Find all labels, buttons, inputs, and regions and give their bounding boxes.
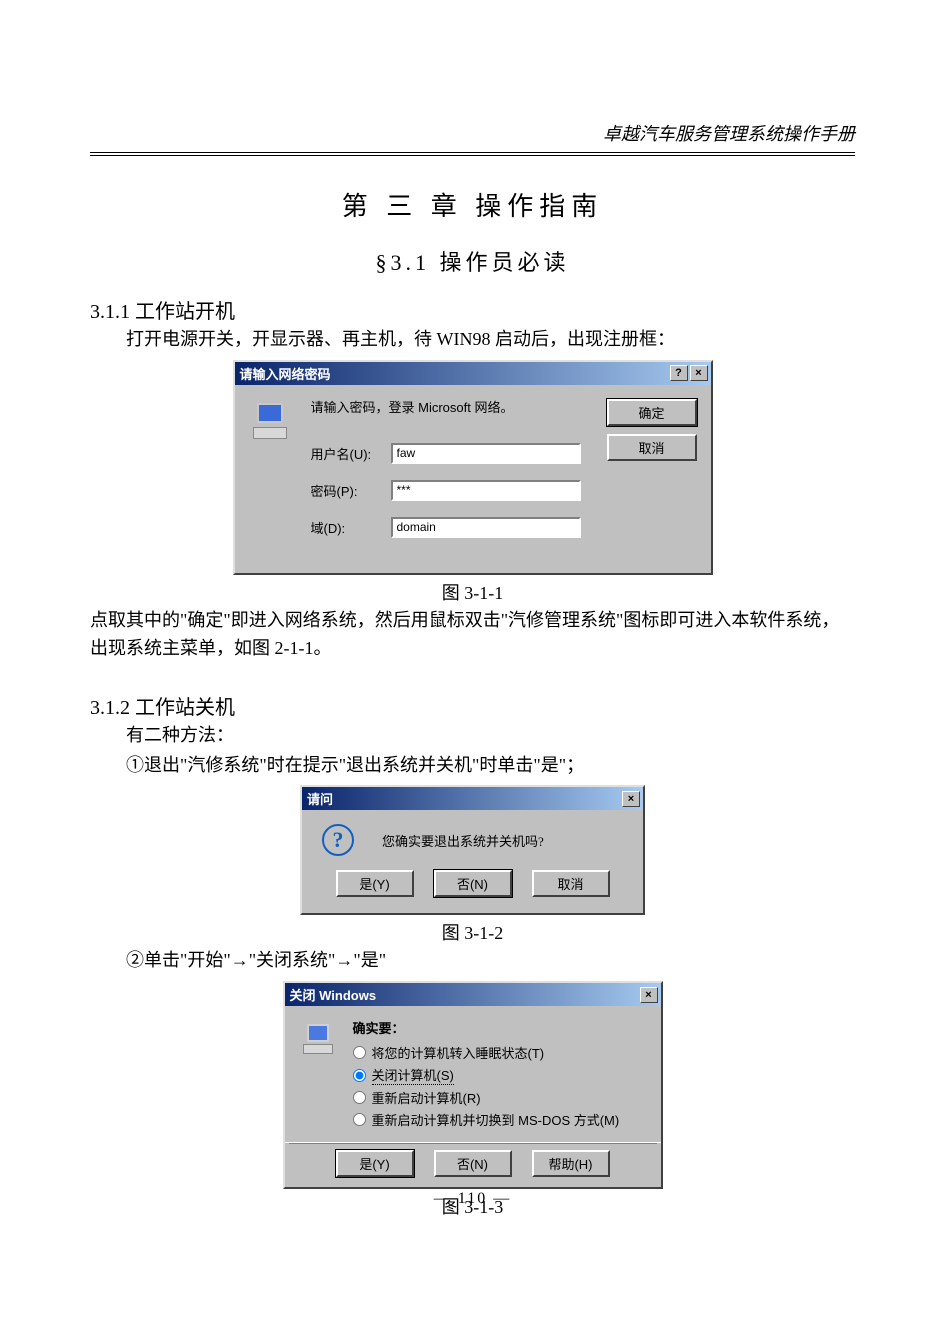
radio-sleep-label: 将您的计算机转入睡眠状态(T) <box>372 1043 545 1062</box>
domain-label: 域(D): <box>311 514 391 541</box>
computer-icon <box>301 1022 337 1058</box>
radio-restart-dos-input[interactable] <box>353 1113 366 1126</box>
radio-restart-dos-label: 重新启动计算机并切换到 MS-DOS 方式(M) <box>372 1110 620 1129</box>
figure-caption-3-1-1: 图 3-1-1 <box>90 579 855 605</box>
ok-button[interactable]: 确定 <box>607 399 697 426</box>
help-button[interactable]: 帮助(H) <box>532 1150 610 1177</box>
yes-button[interactable]: 是(Y) <box>336 870 414 897</box>
figure-caption-3-1-2: 图 3-1-2 <box>90 919 855 945</box>
shutdown-dialog-title: 关闭 Windows <box>288 985 638 1004</box>
radio-shutdown-label: 关闭计算机(S) <box>372 1065 454 1085</box>
radio-shutdown-input[interactable] <box>353 1069 366 1082</box>
manual-title: 卓越汽车服务管理系统操作手册 <box>90 120 855 152</box>
network-login-icon <box>249 401 291 443</box>
subsection-3-1-2-title: 3.1.2 工作站关机 <box>90 691 855 720</box>
radio-restart-dos[interactable]: 重新启动计算机并切换到 MS-DOS 方式(M) <box>353 1110 645 1129</box>
page-number: — 110 — <box>0 1190 945 1208</box>
confirm-dialog-titlebar[interactable]: 请问 × <box>302 787 643 810</box>
chapter-title: 第 三 章 操作指南 <box>90 186 855 223</box>
password-field[interactable] <box>391 480 581 501</box>
header-rule-top <box>90 152 855 153</box>
cancel-button[interactable]: 取消 <box>607 434 697 461</box>
domain-field[interactable] <box>391 517 581 538</box>
no-button[interactable]: 否(N) <box>434 1150 512 1177</box>
radio-restart-input[interactable] <box>353 1091 366 1104</box>
shutdown-windows-dialog: 关闭 Windows × 确实要： 将您的计算机转入睡眠状态(T) 关闭计算机(… <box>283 981 663 1189</box>
sub1-text: 打开电源开关，开显示器、再主机，待 WIN98 启动后，出现注册框： <box>90 326 855 354</box>
after-dialog1-text: 点取其中的"确定"即进入网络系统，然后用鼠标双击"汽修管理系统"图标即可进入本软… <box>90 607 855 663</box>
header-rule-bottom <box>90 155 855 156</box>
radio-restart[interactable]: 重新启动计算机(R) <box>353 1088 645 1107</box>
password-label: 密码(P): <box>311 477 391 504</box>
login-dialog: 请输入网络密码 ? × 请输入密码，登录 Microsoft 网络。 用户名(U… <box>233 360 713 575</box>
question-icon: ? <box>322 824 354 856</box>
confirm-dialog-title: 请问 <box>305 789 620 808</box>
no-button[interactable]: 否(N) <box>434 870 512 897</box>
cancel-button[interactable]: 取消 <box>532 870 610 897</box>
subsection-3-1-1-title: 3.1.1 工作站开机 <box>90 295 855 324</box>
radio-sleep[interactable]: 将您的计算机转入睡眠状态(T) <box>353 1043 645 1062</box>
sub2-line2: ①退出"汽修系统"时在提示"退出系统并关机"时单击"是"； <box>90 752 855 780</box>
radio-sleep-input[interactable] <box>353 1046 366 1059</box>
close-button[interactable]: × <box>640 987 658 1003</box>
help-button[interactable]: ? <box>670 365 688 381</box>
close-button[interactable]: × <box>622 791 640 807</box>
section-title: §3.1 操作员必读 <box>90 245 855 277</box>
close-button[interactable]: × <box>690 365 708 381</box>
confirm-message: 您确实要退出系统并关机吗? <box>382 831 544 850</box>
sub2-line1: 有二种方法： <box>90 722 855 750</box>
login-dialog-title: 请输入网络密码 <box>238 364 668 383</box>
confirm-exit-dialog: 请问 × ? 您确实要退出系统并关机吗? 是(Y) 否(N) 取消 <box>300 785 645 915</box>
between-dialogs-text: ②单击"开始"→"关闭系统"→"是" <box>90 947 855 975</box>
shutdown-dialog-titlebar[interactable]: 关闭 Windows × <box>285 983 661 1006</box>
login-prompt-text: 请输入密码，登录 Microsoft 网络。 <box>311 397 607 416</box>
username-field[interactable] <box>391 443 581 464</box>
shutdown-heading: 确实要： <box>353 1018 645 1037</box>
radio-shutdown[interactable]: 关闭计算机(S) <box>353 1065 645 1085</box>
login-dialog-titlebar[interactable]: 请输入网络密码 ? × <box>235 362 711 385</box>
yes-button[interactable]: 是(Y) <box>336 1150 414 1177</box>
radio-restart-label: 重新启动计算机(R) <box>372 1088 481 1107</box>
username-label: 用户名(U): <box>311 440 391 467</box>
